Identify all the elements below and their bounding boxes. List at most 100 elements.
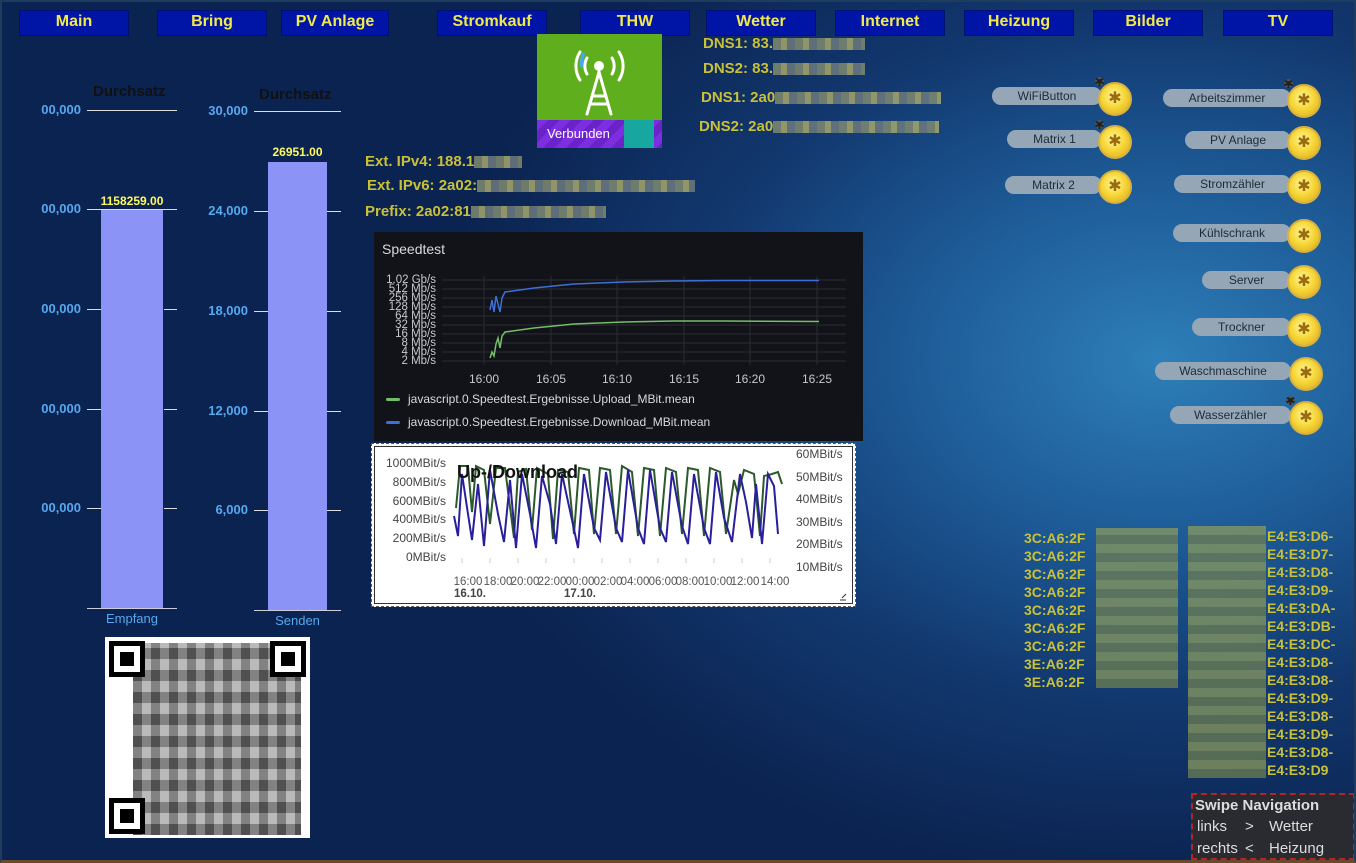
nav-bilder-button[interactable]: Bilder [1093,10,1203,36]
gear-icon[interactable] [1286,396,1295,405]
tick-label: 18,000 [208,303,248,318]
nav-wetter-button[interactable]: Wetter [706,10,816,36]
connection-status: Verbunden [537,120,662,148]
dns-text: DNS2: 2a0 [699,118,774,135]
gauge-baseline [87,608,177,609]
mac-entry: E4:E3:D8- [1267,744,1334,760]
y-left-tick: 400MBit/s [393,512,446,526]
nav-heizung-button[interactable]: Heizung [964,10,1074,36]
lightbulb-icon[interactable]: ✱ [1287,170,1321,204]
speedtest-chart: 1.02 Gb/s 512 Mb/s 256 Mb/s 128 Mb/s 64 … [386,274,846,386]
x-tick-label: 16:05 [536,372,566,386]
nav-thw-button[interactable]: THW [580,10,690,36]
nav-bring-button[interactable]: Bring [157,10,267,36]
tick-line [254,311,268,312]
mac-entry: 3C:A6:2F [1024,584,1086,600]
mac-list-right: E4:E3:D6- E4:E3:D7- E4:E3:D8- E4:E3:D9- … [1267,527,1335,779]
date-label: 17.10. [564,588,596,600]
tick-label: 00,000 [41,500,81,515]
gauge-title: Durchsatz [259,86,332,103]
lightbulb-icon[interactable]: ✱ [1287,313,1321,347]
mac-list-left: 3C:A6:2F 3C:A6:2F 3C:A6:2F 3C:A6:2F 3C:A… [1024,529,1085,691]
tick-label: 6,000 [215,502,248,517]
legend-upload[interactable]: javascript.0.Speedtest.Ergebnisse.Upload… [386,392,695,406]
tick-line [87,409,101,410]
mac-entry: E4:E3:D9- [1267,582,1334,598]
lightbulb-icon[interactable]: ✱ [1289,357,1323,391]
swipe-direction: rechts [1197,840,1238,857]
x-tick-label: 18:00 [484,576,513,588]
switch-kuehlschrank[interactable]: Kühlschrank [1173,224,1291,242]
lightbulb-icon[interactable]: ✱ [1287,219,1321,253]
ext-ip-text: Prefix: 2a02:81 [365,203,471,220]
x-tick-label: 16:00 [454,576,483,588]
switch-matrix-2[interactable]: Matrix 2 [1005,176,1102,194]
resize-handle-icon [840,593,847,601]
mac-entry: 3C:A6:2F [1024,638,1086,654]
mac-entry: E4:E3:DB- [1267,618,1336,634]
lightbulb-icon[interactable]: ✱ [1098,170,1132,204]
switch-arbeitszimmer[interactable]: Arbeitszimmer [1163,89,1291,107]
ext-ip-line: Ext. IPv4: 188.1 [365,153,523,170]
gear-icon[interactable] [1095,77,1104,86]
mac-entry: E4:E3:D9- [1267,690,1334,706]
redacted-value [477,180,696,193]
switch-trockner[interactable]: Trockner [1192,318,1291,336]
mac-entry: E4:E3:D9 [1267,762,1329,778]
date-label: 16.10. [454,588,486,600]
redacted-value [775,92,942,105]
send-bar [268,161,327,610]
y-left-tick: 1000MBit/s [386,456,446,470]
switch-stromzaehler[interactable]: Stromzähler [1174,175,1291,193]
swipe-target: Heizung [1269,840,1325,857]
speedtest-panel[interactable]: Speedtest 1.02 Gb/s 512 Mb/s 256 Mb/s 12… [374,232,863,441]
tick-label: 30,000 [208,103,248,118]
updown-panel[interactable]: 1000MBit/s 800MBit/s 600MBit/s 400MBit/s… [371,443,856,607]
mac-entry: 3E:A6:2F [1024,656,1085,672]
switch-wasserzaehler[interactable]: Wasserzähler [1170,406,1291,424]
lightbulb-icon[interactable]: ✱ [1098,125,1132,159]
lightbulb-icon[interactable]: ✱ [1287,84,1321,118]
nav-tv-button[interactable]: TV [1223,10,1333,36]
lightbulb-icon[interactable]: ✱ [1098,82,1132,116]
switch-matrix-1[interactable]: Matrix 1 [1007,130,1102,148]
qr-finder-pattern [270,641,306,677]
mac-entry: E4:E3:D6- [1267,528,1334,544]
x-tick-label: 02:00 [594,576,623,588]
gauge-title: Durchsatz [93,83,166,100]
x-tick-label: 16:25 [802,372,832,386]
tick-line [164,409,177,410]
switch-pv-anlage[interactable]: PV Anlage [1185,131,1291,149]
gear-icon[interactable] [1095,120,1104,129]
nav-internet-button[interactable]: Internet [835,10,945,36]
switch-server[interactable]: Server [1202,271,1291,289]
x-tick-label: 06:00 [649,576,678,588]
mac-entry: 3C:A6:2F [1024,548,1086,564]
tick-line [327,411,341,412]
gear-icon[interactable] [1284,79,1293,88]
legend-download[interactable]: javascript.0.Speedtest.Ergebnisse.Downlo… [386,415,710,429]
x-tick-label: 00:00 [566,576,595,588]
lightbulb-icon[interactable]: ✱ [1287,126,1321,160]
y-left-tick: 200MBit/s [393,531,446,545]
nav-main-button[interactable]: Main [19,10,129,36]
x-tick-label: 08:00 [676,576,705,588]
redacted-value [470,206,606,219]
swipe-title: Swipe Navigation [1195,797,1320,814]
mac-entry: E4:E3:D8- [1267,564,1334,580]
mac-entry: E4:E3:D8- [1267,672,1334,688]
swipe-direction: links [1197,818,1228,835]
internet-connection-tile[interactable]: Verbunden [537,34,662,148]
switch-wifibutton[interactable]: WiFiButton [992,87,1102,105]
connection-status-text: Verbunden [547,126,610,141]
ext-ip-text: Ext. IPv4: 188.1 [365,153,475,170]
nav-stromkauf-button[interactable]: Stromkauf [437,10,547,36]
lightbulb-icon[interactable]: ✱ [1287,265,1321,299]
switch-waschmaschine[interactable]: Waschmaschine [1155,362,1291,380]
dns-line: DNS1: 2a0 [701,89,942,106]
lightbulb-icon[interactable]: ✱ [1289,401,1323,435]
mac-entry: E4:E3:DA- [1267,600,1336,616]
nav-pv-anlage-button[interactable]: PV Anlage [281,10,389,36]
dns-line: DNS2: 83. [703,60,866,77]
updown-chart: 1000MBit/s 800MBit/s 600MBit/s 400MBit/s… [386,447,847,601]
